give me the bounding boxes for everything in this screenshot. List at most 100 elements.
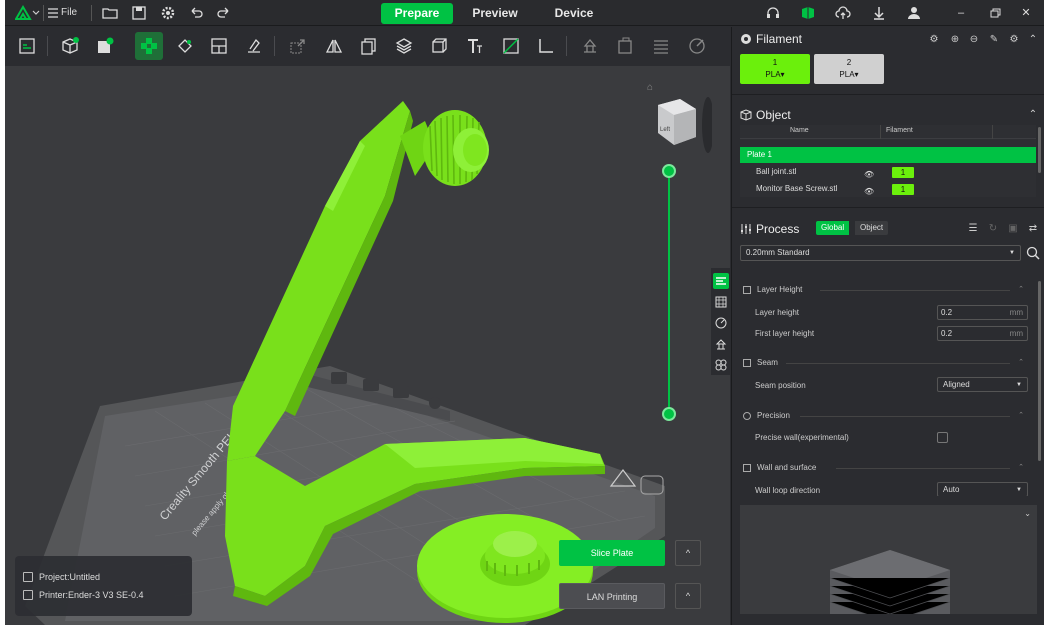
tab-preview[interactable]: Preview xyxy=(460,3,530,24)
view-cube[interactable]: Left xyxy=(650,93,712,155)
group-layer-height[interactable]: Layer Height ⌃ xyxy=(740,283,1030,297)
support-icon[interactable] xyxy=(576,32,604,60)
object-toggle[interactable]: Object xyxy=(855,221,889,235)
slice-plate-button[interactable]: Slice Plate xyxy=(559,540,665,566)
seam-position-select[interactable]: Aligned ▼ xyxy=(937,377,1028,392)
sync-filament-icon[interactable]: ⚙ xyxy=(1008,34,1020,46)
layer-height-input[interactable]: 0.2 mm xyxy=(937,305,1028,320)
mirror-icon[interactable] xyxy=(320,32,348,60)
edit-filament-icon[interactable]: ✎ xyxy=(988,34,1000,46)
slice-options-chevron-icon[interactable]: ^ xyxy=(675,540,701,566)
seam-icon[interactable] xyxy=(611,32,639,60)
cube-icon[interactable] xyxy=(425,32,453,60)
minimize-icon[interactable]: – xyxy=(953,5,969,21)
measure-icon[interactable] xyxy=(532,32,560,60)
download-icon[interactable] xyxy=(871,5,887,21)
copy-icon[interactable] xyxy=(355,32,383,60)
group-wall-surface[interactable]: Wall and surface ⌃ xyxy=(740,461,1030,475)
add-filament-icon[interactable]: ⊕ xyxy=(949,34,961,46)
filament-settings-icon[interactable]: ⚙ xyxy=(928,34,940,46)
save-preset-icon[interactable]: ▣ xyxy=(1007,223,1019,235)
object-list-scrollbar[interactable] xyxy=(1038,127,1041,173)
variable-layer-icon[interactable] xyxy=(647,32,675,60)
lan-printing-button[interactable]: LAN Printing xyxy=(559,583,665,609)
list-icon[interactable]: ☰ xyxy=(967,223,979,235)
open-folder-icon[interactable] xyxy=(102,5,118,21)
settings-icon[interactable] xyxy=(160,5,176,21)
layer-slider-top-handle[interactable] xyxy=(662,164,676,178)
save-icon[interactable] xyxy=(131,5,147,21)
plate-row[interactable]: Plate 1 xyxy=(740,147,1036,163)
printer-icon xyxy=(23,590,33,600)
cut-icon[interactable] xyxy=(497,32,525,60)
close-icon[interactable]: ✕ xyxy=(1018,5,1034,21)
filament-slot-1[interactable]: 1 PLA▾ xyxy=(740,54,810,84)
visibility-eye-icon[interactable]: 👁 xyxy=(864,184,874,196)
first-layer-height-input[interactable]: 0.2 mm xyxy=(937,326,1028,341)
strength-tab-icon[interactable] xyxy=(713,294,729,310)
search-icon[interactable] xyxy=(1026,246,1040,260)
compare-icon[interactable]: ⇄ xyxy=(1027,223,1039,235)
layer-height-label: Layer height xyxy=(755,308,800,317)
col-filament: Filament xyxy=(886,127,913,134)
clean-icon[interactable] xyxy=(240,32,268,60)
global-toggle[interactable]: Global xyxy=(816,221,850,235)
process-title: Process xyxy=(756,222,800,236)
filament-badge[interactable]: 1 xyxy=(892,167,914,178)
file-menu[interactable]: File xyxy=(61,7,77,18)
undo-icon[interactable] xyxy=(188,5,204,21)
settings-scrollbar[interactable] xyxy=(1038,281,1041,461)
precise-wall-checkbox[interactable] xyxy=(937,432,948,443)
quality-tab-icon[interactable] xyxy=(713,273,729,289)
support-tab-icon[interactable] xyxy=(713,336,729,352)
text-icon[interactable] xyxy=(461,32,489,60)
object-row[interactable]: Monitor Base Screw.stl 👁 1 xyxy=(740,181,1036,197)
wall-loop-direction-select[interactable]: Auto ▼ xyxy=(937,482,1028,496)
layer-slider-bottom-handle[interactable] xyxy=(662,407,676,421)
layers-icon[interactable] xyxy=(390,32,418,60)
wall-loop-direction-value: Auto xyxy=(943,485,960,494)
filament-slot-2[interactable]: 2 PLA▾ xyxy=(814,54,884,84)
menu-icon[interactable] xyxy=(47,5,59,21)
group-precision[interactable]: Precision ⌃ xyxy=(740,409,1030,423)
scale-icon[interactable] xyxy=(284,32,312,60)
object-name: Monitor Base Screw.stl xyxy=(756,184,838,193)
user-icon[interactable] xyxy=(906,5,922,21)
remove-filament-icon[interactable]: ⊖ xyxy=(968,34,980,46)
layer-slider-track[interactable] xyxy=(668,172,670,414)
3d-viewport[interactable]: Creality Smooth PEI Pl... please apply g… xyxy=(5,66,730,625)
app-logo-icon[interactable] xyxy=(15,5,41,21)
visibility-eye-icon[interactable]: 👁 xyxy=(864,167,874,179)
object-row[interactable]: Ball joint.stl 👁 1 xyxy=(740,164,1036,180)
collapse-preview-chevron-icon[interactable]: ⌄ xyxy=(1024,509,1031,518)
upload-cloud-icon[interactable] xyxy=(835,5,851,21)
others-tab-icon[interactable] xyxy=(713,357,729,373)
divider xyxy=(732,207,1044,208)
headset-icon[interactable] xyxy=(765,5,781,21)
filament-slot-type: PLA▾ xyxy=(765,70,785,79)
paint-icon[interactable] xyxy=(683,32,711,60)
filament-badge[interactable]: 1 xyxy=(892,184,914,195)
add-object-icon[interactable] xyxy=(56,32,84,60)
reset-icon[interactable]: ↻ xyxy=(987,223,999,235)
collapse-object-icon[interactable]: ⌃ xyxy=(1027,109,1039,121)
group-label: Wall and surface xyxy=(757,463,817,472)
chevron-down-icon: ▼ xyxy=(1016,487,1022,493)
redo-icon[interactable] xyxy=(216,5,232,21)
arrange-icon[interactable] xyxy=(135,32,163,60)
add-plate-icon[interactable] xyxy=(91,32,119,60)
tab-prepare[interactable]: Prepare xyxy=(381,3,453,24)
speed-tab-icon[interactable] xyxy=(713,315,729,331)
process-preset-select[interactable]: 0.20mm Standard ▼ xyxy=(740,245,1021,261)
orient-icon[interactable] xyxy=(171,32,199,60)
plate-icon[interactable] xyxy=(13,32,41,60)
layout-icon[interactable] xyxy=(205,32,233,60)
collapse-filament-icon[interactable]: ⌃ xyxy=(1027,34,1039,46)
lan-options-chevron-icon[interactable]: ^ xyxy=(675,583,701,609)
model-store-icon[interactable] xyxy=(800,5,816,21)
process-sliders-icon xyxy=(741,224,751,234)
divider xyxy=(732,94,1044,95)
group-seam[interactable]: Seam ⌃ xyxy=(740,356,1030,370)
tab-device[interactable]: Device xyxy=(539,3,609,24)
restore-icon[interactable] xyxy=(987,5,1003,21)
